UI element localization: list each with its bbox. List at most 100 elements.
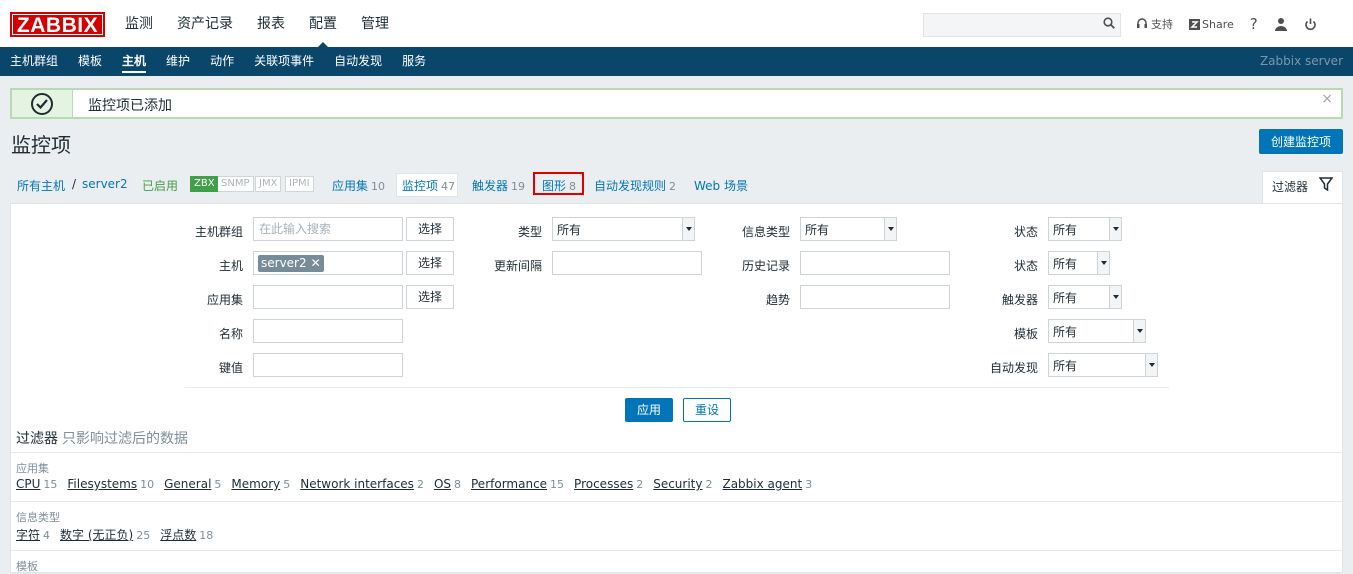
application-input[interactable]: [253, 285, 403, 309]
update-interval-input[interactable]: [552, 251, 702, 275]
host-group-input[interactable]: 在此输入搜索: [253, 217, 403, 241]
option-count: 18: [199, 529, 214, 542]
submenu-discovery[interactable]: 自动发现: [334, 47, 382, 76]
option-name: Memory: [231, 477, 281, 491]
menu-inventory[interactable]: 资产记录: [177, 0, 233, 48]
subfilter-option[interactable]: Zabbix agent 3: [722, 477, 812, 491]
divider: [11, 550, 1342, 551]
badge-jmx: JMX: [255, 176, 282, 192]
option-name: Network interfaces: [300, 477, 414, 491]
submenu-host-groups[interactable]: 主机群组: [10, 47, 58, 76]
application-label: 应用集: [206, 293, 243, 307]
option-name: 数字 (无正负): [60, 528, 134, 542]
history-input[interactable]: [800, 251, 950, 275]
subfilter-option[interactable]: Performance 15: [471, 477, 564, 491]
subfilter-option[interactable]: General 5: [164, 477, 221, 491]
menu-monitoring[interactable]: 监测: [125, 0, 153, 48]
badge-snmp: SNMP: [218, 176, 254, 192]
headset-icon: [1137, 18, 1147, 28]
profile-button[interactable]: [1274, 15, 1288, 33]
subfilter-option[interactable]: Processes 2: [574, 477, 643, 491]
subfilter-option[interactable]: Memory 5: [231, 477, 290, 491]
apply-button[interactable]: 应用: [625, 398, 673, 422]
tab-discovery-rules[interactable]: 自动发现规则 2: [594, 177, 676, 194]
subfilter-option[interactable]: Security 2: [653, 477, 712, 491]
subfilter-applications: CPU 15 Filesystems 10 General 5 Memory 5 Net…: [16, 477, 822, 491]
share-link[interactable]: Share: [1189, 15, 1234, 33]
subfilter-option[interactable]: Network interfaces 2: [300, 477, 424, 491]
host-group-select-button[interactable]: 选择: [406, 217, 454, 241]
trend-input[interactable]: [800, 285, 950, 309]
name-input[interactable]: [253, 319, 403, 343]
breadcrumb-separator: /: [72, 177, 77, 191]
application-select-button[interactable]: 选择: [406, 285, 454, 309]
option-count: 5: [283, 478, 291, 491]
menu-administration[interactable]: 管理: [361, 0, 389, 48]
zabbix-logo[interactable]: ZABBIX: [10, 12, 105, 37]
host-status-enabled[interactable]: 已启用: [142, 177, 178, 194]
tab-applications[interactable]: 应用集 10: [332, 177, 385, 194]
host-chip: server2 ✕: [258, 255, 324, 272]
type-select[interactable]: 所有: [552, 217, 695, 241]
submenu-event-correlation[interactable]: 关联项事件: [254, 47, 314, 76]
option-count: 5: [214, 478, 222, 491]
tab-triggers[interactable]: 触发器 19: [472, 177, 525, 194]
host-link[interactable]: server2: [82, 177, 128, 191]
subfilter-option[interactable]: 浮点数 18: [160, 526, 213, 543]
submenu-maintenance[interactable]: 维护: [166, 47, 190, 76]
support-link[interactable]: 支持: [1136, 15, 1173, 33]
subfilter-option[interactable]: Filesystems 10: [67, 477, 154, 491]
trigger-select[interactable]: 所有: [1048, 285, 1122, 309]
info-type-select[interactable]: 所有: [800, 217, 897, 241]
state-select[interactable]: 所有: [1048, 217, 1122, 241]
menu-configuration[interactable]: 配置: [309, 0, 337, 48]
menu-reports[interactable]: 报表: [257, 0, 285, 48]
option-count: 15: [550, 478, 565, 491]
chevron-down-icon: [1097, 252, 1109, 274]
filter-panel: 主机群组 在此输入搜索 选择 主机 server2 ✕ 选择 应用集 选择 名称 …: [10, 203, 1343, 573]
key-input[interactable]: [253, 353, 403, 377]
all-hosts-link[interactable]: 所有主机: [17, 177, 65, 194]
update-interval-label: 更新间隔: [493, 259, 542, 273]
tab-items[interactable]: 监控项 47: [402, 177, 455, 194]
host-select-button[interactable]: 选择: [406, 251, 454, 275]
remove-chip-icon[interactable]: ✕: [311, 256, 321, 270]
badge-zbx: ZBX: [190, 176, 219, 192]
subfilter-option[interactable]: CPU 15: [16, 477, 57, 491]
chevron-down-icon: [682, 218, 694, 240]
tab-web-scenarios[interactable]: Web 场景: [694, 177, 748, 194]
help-button[interactable]: ?: [1250, 15, 1258, 33]
option-name: Security: [653, 477, 703, 491]
discovery-select[interactable]: 所有: [1048, 353, 1158, 377]
tab-graphs[interactable]: 图形 8: [542, 177, 576, 194]
logout-button[interactable]: [1304, 15, 1317, 33]
search-icon[interactable]: [1103, 17, 1115, 29]
discovery-select-value: 所有: [1053, 359, 1078, 373]
search-input[interactable]: [923, 13, 1121, 37]
submenu-services[interactable]: 服务: [402, 47, 426, 76]
key-label: 键值: [218, 361, 243, 375]
option-count: 25: [136, 529, 151, 542]
submenu-templates[interactable]: 模板: [78, 47, 102, 76]
subfilter-option[interactable]: 数字 (无正负) 25: [60, 526, 150, 543]
main-menu: 监测 资产记录 报表 配置 管理: [125, 0, 413, 48]
filter-tab[interactable]: 过滤器: [1262, 171, 1343, 203]
subfilter-option[interactable]: 字符 4: [16, 526, 50, 543]
option-name: Processes: [574, 477, 634, 491]
close-icon[interactable]: ×: [1321, 91, 1333, 107]
user-icon: [1274, 18, 1287, 31]
submenu-actions[interactable]: 动作: [210, 47, 234, 76]
create-item-button[interactable]: 创建监控项: [1259, 129, 1343, 154]
host-input[interactable]: server2 ✕: [253, 251, 403, 275]
template-select[interactable]: 所有: [1048, 319, 1146, 343]
option-count: 10: [140, 478, 155, 491]
status-select[interactable]: 所有: [1048, 251, 1110, 275]
subfilter-option[interactable]: OS 8: [434, 477, 461, 491]
filter-icon: [1319, 177, 1333, 191]
filter-divider: [185, 387, 1169, 388]
subfilter-title: 过滤器 只影响过滤后的数据: [16, 428, 188, 448]
top-icons: 支持 Share ?: [1136, 15, 1333, 33]
submenu-hosts[interactable]: 主机: [122, 47, 147, 76]
reset-button[interactable]: 重设: [683, 398, 731, 422]
badge-ipmi: IPMI: [285, 176, 314, 192]
